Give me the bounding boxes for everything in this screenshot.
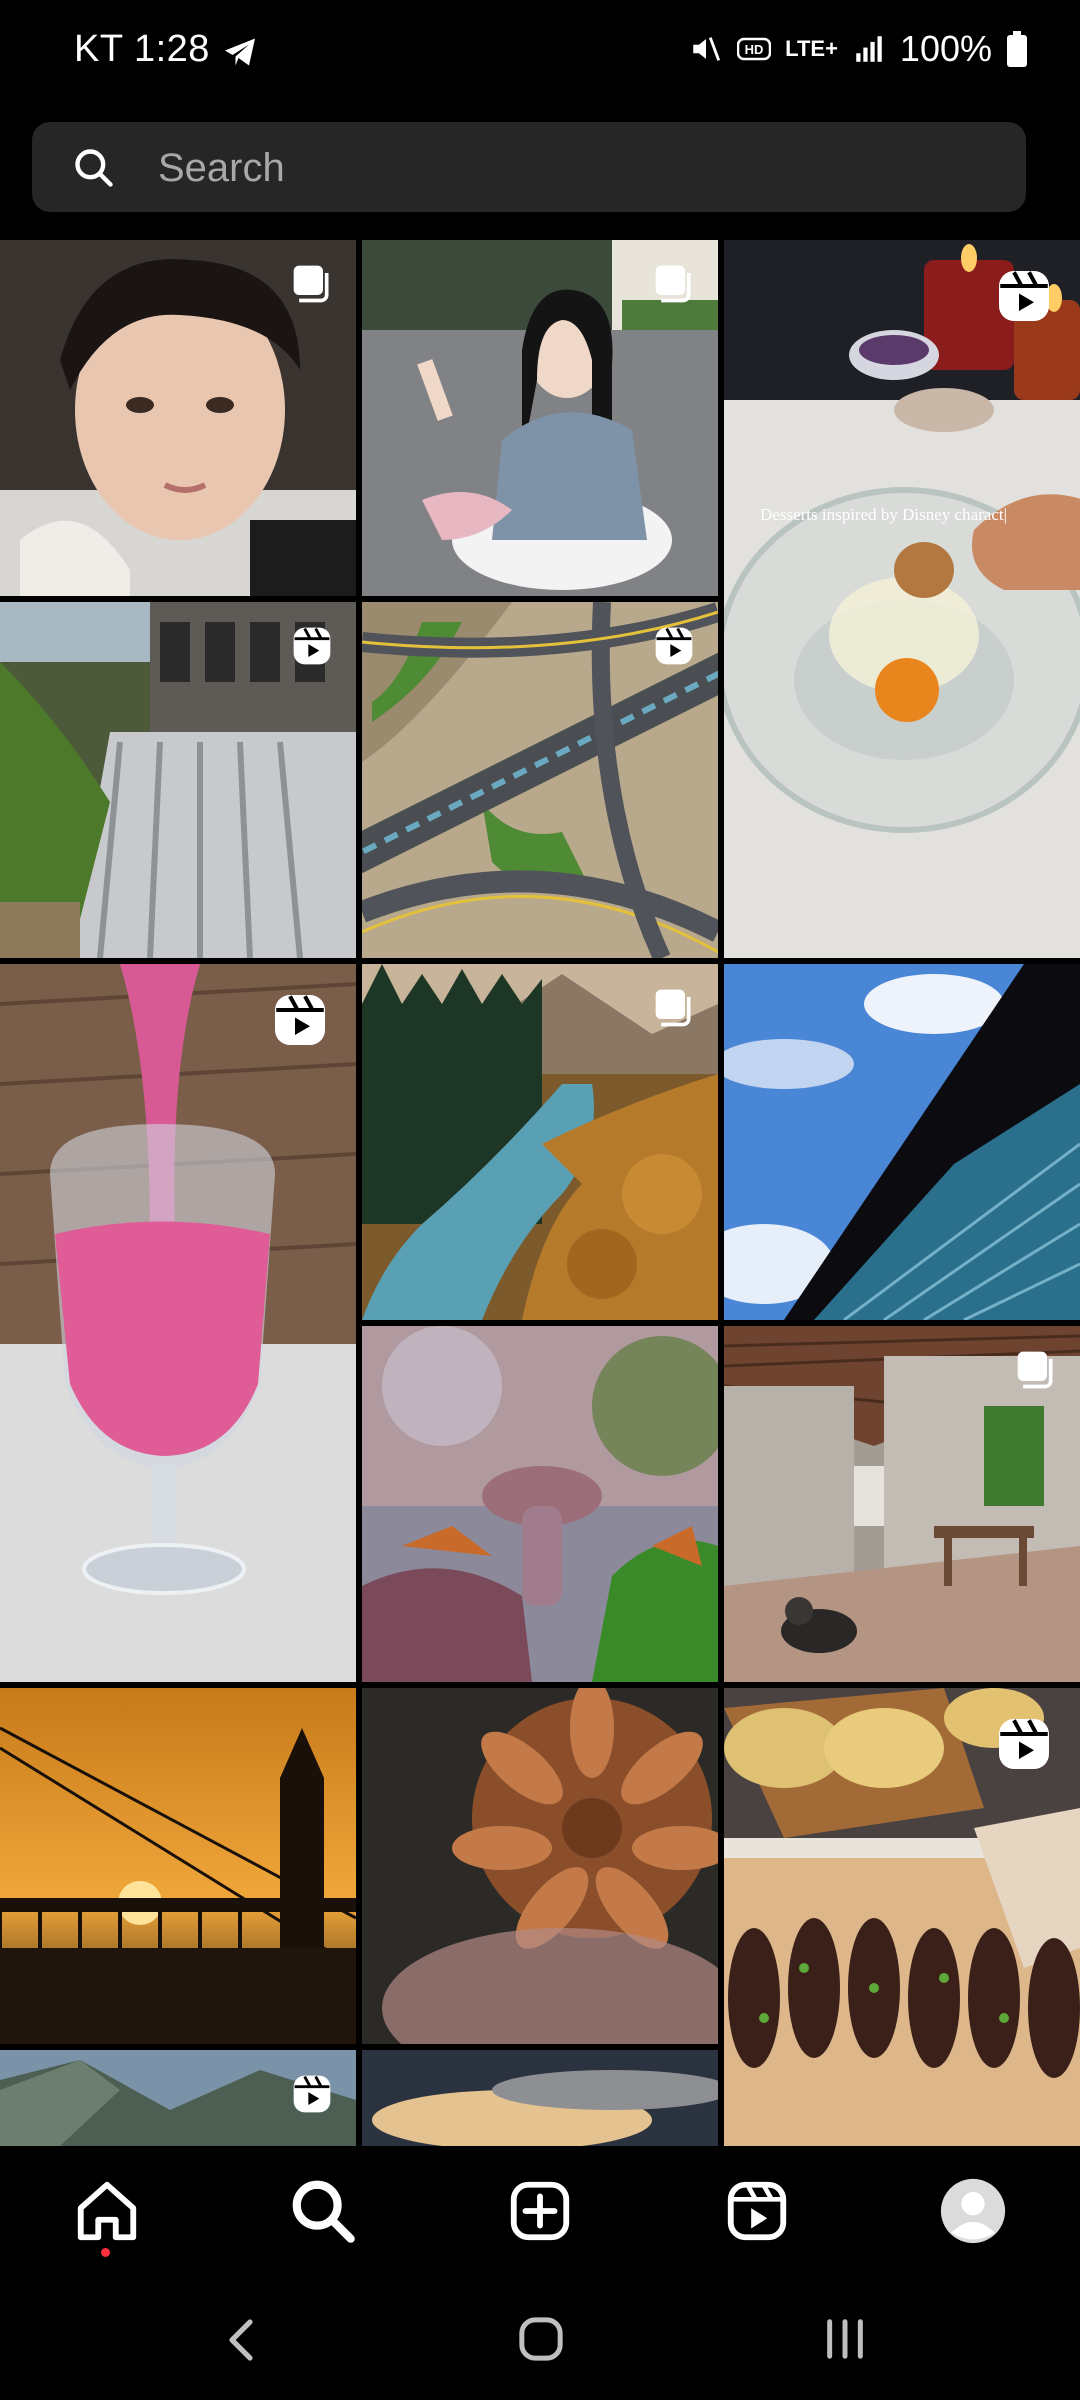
reel-caption: Desserts inspired by Disney charact| bbox=[760, 505, 1007, 524]
svg-text:HD: HD bbox=[745, 42, 764, 57]
reel-icon bbox=[293, 627, 331, 665]
search-icon bbox=[75, 149, 113, 187]
grid-tile[interactable] bbox=[362, 1688, 718, 2044]
carousel-icon bbox=[293, 265, 329, 303]
carousel-icon bbox=[655, 989, 691, 1027]
grid-tile[interactable] bbox=[0, 1688, 356, 2044]
thumbnail-image bbox=[724, 240, 1080, 958]
reel-icon bbox=[293, 2075, 331, 2113]
status-time: KT 1:28 bbox=[74, 28, 210, 70]
thumbnail-image bbox=[362, 2050, 718, 2146]
mute-icon bbox=[693, 37, 721, 61]
battery-percent: 100% bbox=[899, 28, 992, 69]
hd-icon: HD bbox=[737, 37, 772, 61]
search-icon[interactable] bbox=[288, 2176, 358, 2246]
thumbnail-image bbox=[0, 964, 356, 1682]
grid-tile[interactable] bbox=[362, 1326, 718, 1682]
grid-tile[interactable] bbox=[724, 964, 1080, 1320]
reel-icon bbox=[999, 1719, 1049, 1769]
signal-icon bbox=[856, 36, 882, 62]
grid-tile[interactable] bbox=[724, 1688, 1080, 2146]
reel-icon bbox=[999, 271, 1049, 321]
recents-icon[interactable] bbox=[822, 2316, 868, 2362]
grid-tile[interactable] bbox=[0, 602, 356, 958]
carousel-icon bbox=[1017, 1351, 1053, 1389]
grid-tile[interactable] bbox=[0, 964, 356, 1682]
grid-tile[interactable] bbox=[362, 602, 718, 958]
network-label: LTE+ bbox=[785, 36, 838, 61]
grid-tile[interactable] bbox=[0, 240, 356, 596]
thumbnail-image bbox=[0, 1688, 356, 2044]
thumbnail-image bbox=[724, 964, 1080, 1320]
thumbnail-image bbox=[362, 1688, 718, 2044]
search-bar[interactable] bbox=[32, 122, 1026, 214]
notification-dot bbox=[101, 2248, 110, 2257]
back-icon[interactable] bbox=[222, 2316, 262, 2364]
grid-tile[interactable] bbox=[362, 964, 718, 1320]
telegram-icon bbox=[225, 38, 255, 66]
home-icon[interactable] bbox=[72, 2176, 142, 2246]
explore-grid: Desserts inspired by Disney charact| bbox=[0, 240, 1080, 2146]
carousel-icon bbox=[655, 265, 691, 303]
reels-icon[interactable] bbox=[722, 2176, 792, 2246]
home-button-icon[interactable] bbox=[518, 2316, 564, 2362]
grid-tile[interactable]: Desserts inspired by Disney charact| bbox=[724, 240, 1080, 958]
status-bar: KT 1:28 HD LTE+ 100% bbox=[0, 0, 1080, 108]
grid-tile[interactable] bbox=[362, 2050, 718, 2146]
grid-tile[interactable] bbox=[724, 1326, 1080, 1682]
plus-square-icon[interactable] bbox=[505, 2176, 575, 2246]
thumbnail-image bbox=[362, 1326, 718, 1682]
status-icons: HD LTE+ 100% bbox=[689, 28, 1028, 70]
grid-tile[interactable] bbox=[362, 240, 718, 596]
battery-icon bbox=[1007, 31, 1027, 67]
avatar-icon[interactable] bbox=[938, 2176, 1008, 2246]
reel-icon bbox=[655, 627, 693, 665]
system-nav-bar bbox=[0, 2276, 1080, 2400]
grid-tile[interactable] bbox=[0, 2050, 356, 2146]
reel-icon bbox=[275, 995, 325, 1045]
bottom-nav bbox=[0, 2146, 1080, 2276]
search-input[interactable] bbox=[156, 122, 1000, 214]
